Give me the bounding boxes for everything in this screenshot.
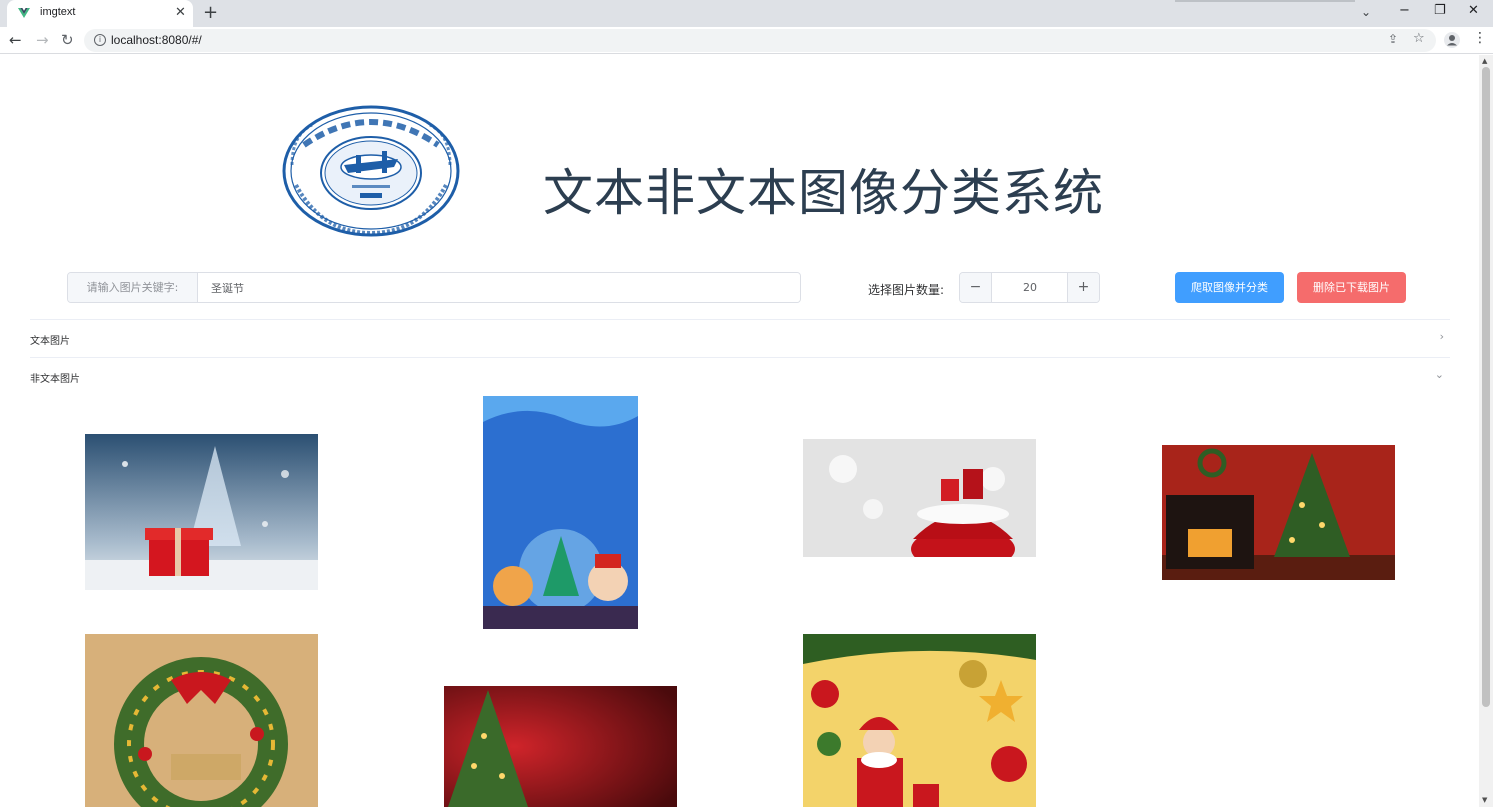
result-collapse: 文本图片 › 非文本图片 ⌄: [30, 319, 1450, 395]
image-count-input[interactable]: 20: [993, 273, 1067, 302]
delete-images-button[interactable]: 删除已下载图片: [1297, 272, 1406, 303]
back-icon[interactable]: ←: [9, 31, 22, 49]
minimize-icon[interactable]: −: [1399, 3, 1410, 18]
gallery-image[interactable]: [1162, 445, 1395, 580]
info-icon[interactable]: i: [94, 34, 106, 46]
image-count-stepper: − 20 +: [959, 272, 1100, 303]
share-icon[interactable]: ⇪: [1388, 32, 1398, 46]
gallery-image[interactable]: [85, 434, 318, 590]
gallery-image[interactable]: [85, 634, 318, 807]
gallery-image[interactable]: [444, 686, 677, 807]
browser-tab-bar: imgtext ✕ + ⌄ − ❐ ✕: [0, 0, 1493, 27]
gallery-image[interactable]: [483, 396, 638, 629]
scroll-down-icon[interactable]: ▼: [1482, 796, 1487, 804]
tab-search-icon[interactable]: ⌄: [1361, 5, 1371, 19]
notification-strip: [1175, 0, 1355, 2]
keyword-input[interactable]: [199, 273, 800, 302]
tab-close-icon[interactable]: ✕: [175, 5, 186, 20]
collapse-title: 非文本图片: [30, 374, 80, 385]
page-title: 文本非文本图像分类系统: [543, 164, 1104, 222]
address-bar[interactable]: i localhost:8080/#/ ⇪ ☆: [84, 29, 1436, 52]
chevron-right-icon: ›: [1439, 330, 1444, 343]
chevron-down-icon: ⌄: [1434, 368, 1444, 381]
profile-avatar-icon[interactable]: [1444, 32, 1460, 48]
scrollbar-thumb[interactable]: [1482, 67, 1490, 707]
bookmark-star-icon[interactable]: ☆: [1413, 31, 1425, 46]
scroll-up-icon[interactable]: ▲: [1482, 57, 1487, 65]
collapse-title: 文本图片: [30, 336, 70, 347]
page-scrollbar[interactable]: ▲ ▼: [1479, 55, 1493, 807]
reload-icon[interactable]: ↻: [61, 31, 74, 49]
new-tab-icon[interactable]: +: [203, 2, 218, 23]
browser-toolbar: ← → ↻ i localhost:8080/#/ ⇪ ☆: [0, 27, 1493, 54]
collapse-header-text-images[interactable]: 文本图片 ›: [30, 319, 1450, 357]
tab-title: imgtext: [40, 6, 76, 18]
gallery-image[interactable]: [803, 634, 1036, 807]
increase-count-button[interactable]: +: [1067, 273, 1099, 302]
collapse-header-nontext-images[interactable]: 非文本图片 ⌄: [30, 357, 1450, 395]
image-count-label: 选择图片数量:: [868, 283, 945, 297]
hust-logo: [282, 105, 460, 237]
url-text[interactable]: localhost:8080/#/: [111, 33, 202, 47]
browser-menu-icon[interactable]: ⋮: [1473, 30, 1487, 46]
vue-icon: [18, 8, 30, 18]
window-close-icon[interactable]: ✕: [1468, 3, 1479, 18]
page-viewport: 文本非文本图像分类系统 请输入图片关键字: 选择图片数量: − 20 + 爬取图…: [0, 55, 1479, 807]
keyword-input-group: 请输入图片关键字:: [67, 272, 801, 303]
keyword-label: 请输入图片关键字:: [68, 273, 198, 302]
crawl-classify-button[interactable]: 爬取图像并分类: [1175, 272, 1284, 303]
gallery-image[interactable]: [803, 439, 1036, 570]
decrease-count-button[interactable]: −: [960, 273, 992, 302]
maximize-icon[interactable]: ❐: [1434, 3, 1446, 18]
forward-icon[interactable]: →: [36, 31, 49, 49]
browser-tab[interactable]: imgtext ✕: [7, 0, 193, 27]
